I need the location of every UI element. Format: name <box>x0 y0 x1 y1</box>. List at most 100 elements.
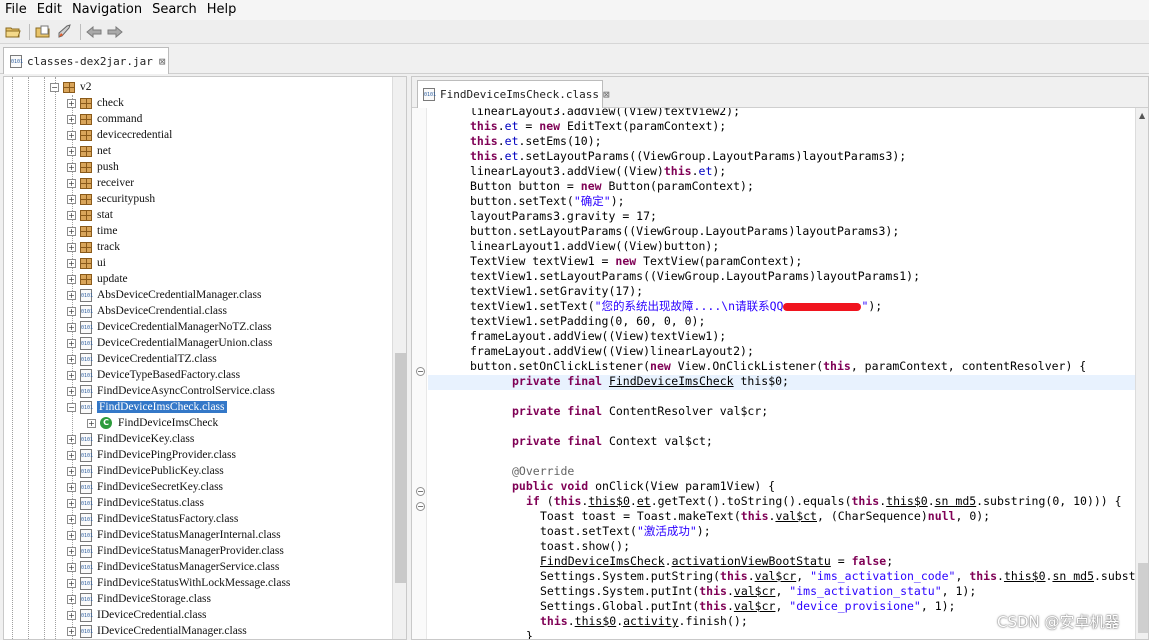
expand-icon[interactable]: + <box>67 466 76 476</box>
tree-item-class[interactable]: +0101 FindDeviceStatusFactory.class <box>67 511 238 527</box>
expand-icon[interactable]: + <box>67 546 76 556</box>
tree-item-package[interactable]: + track <box>67 239 120 255</box>
expand-icon[interactable]: + <box>67 242 76 252</box>
scroll-up-icon[interactable]: ▲ <box>1139 111 1145 120</box>
code-line: linearLayout1.addView((View)button); <box>470 239 719 254</box>
menu-file[interactable]: File <box>0 0 32 20</box>
collapse-icon[interactable]: − <box>67 402 76 412</box>
expand-icon[interactable]: + <box>67 626 76 636</box>
expand-icon[interactable]: + <box>67 322 76 332</box>
expand-icon[interactable]: + <box>67 578 76 588</box>
class-file-icon: 0101 <box>80 608 93 622</box>
fold-toggle-icon[interactable]: − <box>416 487 425 496</box>
expand-icon[interactable]: + <box>67 130 76 140</box>
tree-item-class[interactable]: +0101 AbsDeviceCrendential.class <box>67 303 227 319</box>
expand-icon[interactable]: + <box>67 146 76 156</box>
close-icon[interactable]: ⊠ <box>603 88 610 101</box>
expand-icon[interactable]: + <box>67 338 76 348</box>
tree-item-package[interactable]: + push <box>67 159 119 175</box>
tree-scrollbar[interactable] <box>392 77 406 639</box>
tree-item-package[interactable]: + update <box>67 271 128 287</box>
tree-scrollbar-thumb[interactable] <box>395 353 406 583</box>
expand-icon[interactable]: + <box>67 306 76 316</box>
tree-item-inner-class[interactable]: + C FindDeviceImsCheck <box>87 415 218 431</box>
tab-classes-dex2jar[interactable]: 0101 classes-dex2jar.jar ⊠ <box>3 47 169 74</box>
back-arrow-icon[interactable] <box>85 23 103 41</box>
tree-item-label: IDeviceCredentialManager.class <box>97 625 247 637</box>
expand-icon[interactable]: + <box>67 370 76 380</box>
expand-icon[interactable]: + <box>67 226 76 236</box>
tree-item-package[interactable]: + net <box>67 143 111 159</box>
tree-item-package[interactable]: + stat <box>67 207 113 223</box>
tree-item-class[interactable]: +0101 AbsDeviceCredentialManager.class <box>67 287 261 303</box>
tab-finddeviceimscheck[interactable]: 0101 FindDeviceImsCheck.class ⊠ <box>417 80 610 108</box>
expand-icon[interactable]: + <box>67 162 76 172</box>
expand-icon[interactable]: + <box>67 594 76 604</box>
tree-item-label: net <box>97 145 112 157</box>
expand-icon[interactable]: + <box>67 450 76 460</box>
open-file-icon[interactable] <box>34 23 52 41</box>
expand-icon[interactable]: + <box>67 194 76 204</box>
editor-scrollbar[interactable]: ▲ <box>1135 108 1148 639</box>
tree-item-package[interactable]: + time <box>67 223 117 239</box>
tree-item-class[interactable]: +0101 FindDeviceStorage.class <box>67 591 211 607</box>
tree-item-v2[interactable]: − v2 <box>50 79 92 95</box>
tree-item-package[interactable]: + ui <box>67 255 106 271</box>
code-view[interactable]: linearLayout3.addView((View)textView2); t… <box>428 108 1135 639</box>
forward-arrow-icon[interactable] <box>106 23 124 41</box>
expand-icon[interactable]: + <box>67 498 76 508</box>
tree-item-package[interactable]: + securitypush <box>67 191 155 207</box>
expand-icon[interactable]: + <box>67 274 76 284</box>
tree-item-package[interactable]: + receiver <box>67 175 134 191</box>
expand-icon[interactable]: + <box>67 530 76 540</box>
tree-item-class[interactable]: +0101 FindDeviceStatusManagerService.clas… <box>67 559 279 575</box>
tree-item-package[interactable]: + check <box>67 95 124 111</box>
tree-item-class[interactable]: +0101 DeviceCredentialManagerNoTZ.class <box>67 319 272 335</box>
tree-item-class[interactable]: +0101 FindDevicePingProvider.class <box>67 447 236 463</box>
close-icon[interactable]: ⊠ <box>159 55 166 68</box>
expand-icon[interactable]: + <box>67 482 76 492</box>
class-file-icon: 0101 <box>80 400 93 414</box>
menu-edit[interactable]: Edit <box>32 0 67 20</box>
expand-icon[interactable]: + <box>67 562 76 572</box>
tree-item-class[interactable]: +0101 DeviceTypeBasedFactory.class <box>67 367 240 383</box>
expand-icon[interactable]: + <box>67 290 76 300</box>
menu-navigation[interactable]: Navigation <box>67 0 147 20</box>
editor-scrollbar-thumb[interactable] <box>1138 563 1148 633</box>
menu-help[interactable]: Help <box>202 0 242 20</box>
tree-item-class[interactable]: +0101 DeviceCredentialTZ.class <box>67 351 217 367</box>
tree-item-selected-class[interactable]: −0101 FindDeviceImsCheck.class <box>67 399 227 415</box>
tree-item-class[interactable]: +0101 DeviceCredentialManagerUnion.class <box>67 335 272 351</box>
tree-item-class[interactable]: +0101 FindDeviceStatusManagerInternal.cla… <box>67 527 281 543</box>
collapse-icon[interactable]: − <box>50 82 59 92</box>
expand-icon[interactable]: + <box>67 258 76 268</box>
tree-item-class[interactable]: +0101 IDeviceCredentialManager.class <box>67 623 247 639</box>
tree-item-class[interactable]: +0101 FindDeviceStatus.class <box>67 495 204 511</box>
expand-icon[interactable]: + <box>67 178 76 188</box>
rocket-icon[interactable] <box>55 23 73 41</box>
expand-icon[interactable]: + <box>87 418 96 428</box>
expand-icon[interactable]: + <box>67 386 76 396</box>
tree-item-package[interactable]: + devicecredential <box>67 127 172 143</box>
fold-toggle-icon[interactable]: − <box>416 367 425 376</box>
class-file-icon: 0101 <box>80 464 93 478</box>
expand-icon[interactable]: + <box>67 210 76 220</box>
expand-icon[interactable]: + <box>67 514 76 524</box>
open-folder-icon[interactable] <box>4 23 22 41</box>
expand-icon[interactable]: + <box>67 610 76 620</box>
expand-icon[interactable]: + <box>67 434 76 444</box>
tree-item-class[interactable]: +0101 FindDeviceKey.class <box>67 431 194 447</box>
tree-item-class[interactable]: +0101 FindDeviceStatusWithLockMessage.cla… <box>67 575 290 591</box>
tree-item-class[interactable]: +0101 FindDeviceSecretKey.class <box>67 479 223 495</box>
tree-item-package[interactable]: + command <box>67 111 142 127</box>
code-token: this <box>823 359 851 373</box>
tree-item-class[interactable]: +0101 FindDeviceStatusManagerProvider.cla… <box>67 543 284 559</box>
expand-icon[interactable]: + <box>67 114 76 124</box>
fold-toggle-icon[interactable]: − <box>416 502 425 511</box>
tree-item-class[interactable]: +0101 IDeviceCredential.class <box>67 607 207 623</box>
tree-item-class[interactable]: +0101 FindDeviceAsyncControlService.class <box>67 383 275 399</box>
expand-icon[interactable]: + <box>67 98 76 108</box>
tree-item-class[interactable]: +0101 FindDevicePublicKey.class <box>67 463 224 479</box>
expand-icon[interactable]: + <box>67 354 76 364</box>
menu-search[interactable]: Search <box>147 0 202 20</box>
